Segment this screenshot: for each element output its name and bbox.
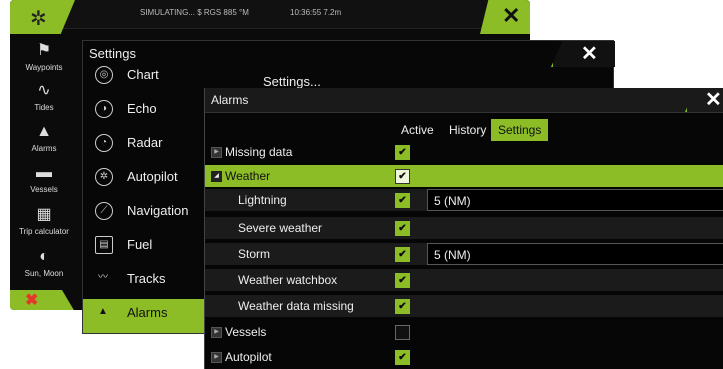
sidebar-item-trip-calculator[interactable]: ▦ Trip calculator	[10, 206, 78, 236]
alarm-row-weather-data-missing[interactable]: Weather data missing ✔	[205, 295, 723, 317]
close-icon: ✕	[502, 3, 521, 28]
wave-icon: ∿	[37, 82, 51, 99]
navigation-icon: ⟋	[95, 202, 113, 220]
alarm-row-weather-watchbox[interactable]: Weather watchbox ✔	[205, 269, 723, 291]
lightning-range-field[interactable]: 5 (NM)	[427, 189, 723, 211]
checkbox[interactable]: ✔	[395, 247, 410, 262]
checkbox[interactable]: ✔	[395, 145, 410, 160]
expand-icon[interactable]: ▶	[211, 327, 222, 338]
settings-title: Settings	[89, 46, 136, 61]
close-button[interactable]: ✕	[480, 0, 530, 34]
close-sidebar-button[interactable]: ✖	[10, 290, 75, 310]
sidebar-item-sun-moon[interactable]: ◐ Sun, Moon	[10, 248, 78, 278]
calculator-icon: ▦	[36, 206, 52, 223]
alarm-row-autopilot[interactable]: ▶ Autopilot ✔	[205, 346, 723, 368]
alarm-row-severe-weather[interactable]: Severe weather ✔	[205, 217, 723, 239]
expand-icon[interactable]: ▶	[211, 352, 222, 363]
collapse-icon[interactable]: ◢	[211, 171, 222, 182]
close-icon: ✕	[581, 43, 598, 65]
storm-range-field[interactable]: 5 (NM)	[427, 243, 723, 265]
tracks-icon: 〰	[98, 272, 108, 283]
alarm-row-storm[interactable]: Storm ✔ 5 (NM)	[205, 243, 723, 265]
alarm-row-missing-data[interactable]: ▶ Missing data ✔	[205, 141, 723, 163]
top-bar	[10, 0, 530, 29]
settings-item-alarms[interactable]: ▲ Alarms	[83, 299, 205, 333]
gear-icon: ✲	[30, 8, 47, 30]
checkbox[interactable]: ✔	[395, 221, 410, 236]
vessels-icon: ▬	[36, 164, 52, 181]
tab-settings[interactable]: Settings	[491, 119, 549, 141]
sidebar-item-vessels[interactable]: ▬ Vessels	[10, 164, 78, 194]
radar-icon: ◔	[95, 134, 113, 152]
fuel-icon: ▤	[95, 236, 113, 254]
tab-active[interactable]: Active	[401, 119, 434, 141]
settings-item-navigation[interactable]: ⟋ Navigation	[83, 197, 205, 231]
echo-icon: ◑	[95, 100, 113, 118]
alarms-window: Alarms ✕ Active History Settings ▶ Missi…	[204, 88, 723, 369]
sun-moon-icon: ◐	[39, 248, 49, 265]
settings-item-chart[interactable]: ◎ Chart	[83, 61, 205, 95]
sidebar-item-tides[interactable]: ∿ Tides	[10, 82, 78, 112]
checkbox[interactable]: ✔	[395, 350, 410, 365]
autopilot-icon: ✲	[95, 168, 113, 186]
checkbox[interactable]: ✔	[395, 299, 410, 314]
red-x-icon: ✖	[25, 292, 39, 309]
alarm-row-lightning[interactable]: Lightning ✔ 5 (NM)	[205, 189, 723, 211]
tab-history[interactable]: History	[449, 119, 486, 141]
settings-item-autopilot[interactable]: ✲ Autopilot	[83, 163, 205, 197]
checkbox[interactable]: ✔	[395, 169, 410, 184]
settings-item-echo[interactable]: ◑ Echo	[83, 95, 205, 129]
status-text: SIMULATING... $ RGS 885 °M	[140, 8, 249, 17]
alarms-titlebar	[205, 88, 723, 113]
flag-icon: ⚑	[36, 42, 52, 59]
settings-item-tracks[interactable]: 〰 Tracks	[83, 265, 205, 299]
settings-hint: Settings...	[263, 74, 321, 89]
close-icon: ✕	[705, 89, 722, 111]
settings-close-button[interactable]: ✕	[551, 41, 615, 67]
alarms-title: Alarms	[211, 93, 249, 107]
sidebar-item-waypoints[interactable]: ⚑ Waypoints	[10, 42, 78, 72]
checkbox[interactable]: ✔	[395, 193, 410, 208]
bell-icon: ▲	[98, 306, 108, 317]
sidebar-item-alarms[interactable]: ▲ Alarms	[10, 123, 78, 153]
checkbox[interactable]	[395, 325, 410, 340]
settings-item-radar[interactable]: ◔ Radar	[83, 129, 205, 163]
clock-readout: 10:36:55 7.2m	[290, 8, 342, 17]
chart-icon: ◎	[95, 66, 113, 84]
bell-icon: ▲	[36, 123, 52, 140]
alarm-row-vessels[interactable]: ▶ Vessels	[205, 321, 723, 343]
expand-icon[interactable]: ▶	[211, 147, 222, 158]
alarm-row-weather[interactable]: ◢ Weather ✔	[205, 165, 723, 187]
settings-item-fuel[interactable]: ▤ Fuel	[83, 231, 205, 265]
checkbox[interactable]: ✔	[395, 273, 410, 288]
